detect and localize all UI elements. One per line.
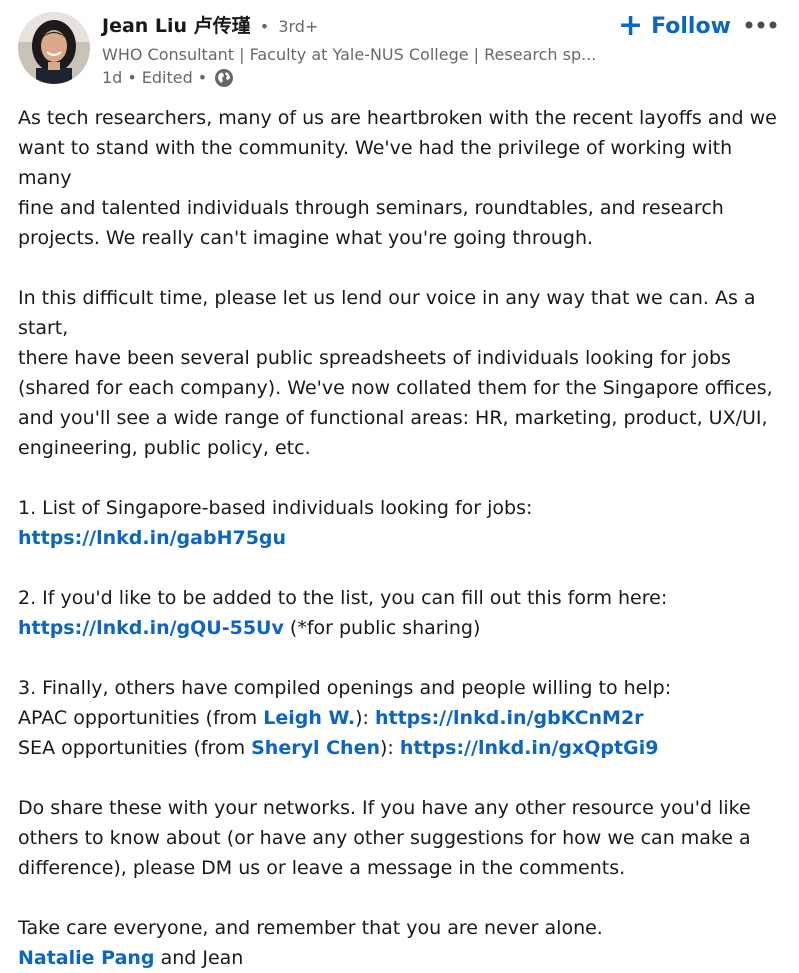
degree-separator: •: [259, 17, 270, 36]
post-body: As tech researchers, many of us are hear…: [18, 103, 788, 973]
paragraph-line: (shared for each company). We've now col…: [18, 377, 773, 399]
list-item-2: https://lnkd.in/gQU-55Uv (*for public sh…: [18, 613, 788, 643]
list-item-3-intro: 3. Finally, others have compiled opening…: [18, 677, 672, 699]
edited-label: Edited: [141, 68, 193, 87]
paragraph-line: Do share these with your networks. If yo…: [18, 797, 751, 819]
author-name-row: Jean Liu 卢传瑾 • 3rd+: [102, 12, 318, 41]
sea-prefix: SEA opportunities (from: [18, 737, 252, 759]
signature-line: Natalie Pang and Jean: [18, 943, 788, 973]
jobs-list-link[interactable]: https://lnkd.in/gabH75gu: [18, 527, 286, 549]
globe-icon: [214, 68, 234, 88]
paragraph-line: difference), please DM us or leave a mes…: [18, 857, 626, 879]
author-avatar[interactable]: [18, 12, 90, 84]
apac-link[interactable]: https://lnkd.in/gbKCnM2r: [375, 707, 644, 729]
more-dots-icon: [745, 21, 777, 29]
closing-line: Take care everyone, and remember that yo…: [18, 917, 603, 939]
paragraph-line: engineering, public policy, etc.: [18, 437, 311, 459]
more-options-button[interactable]: [741, 10, 781, 40]
list-item-text: 1. List of Singapore-based individuals l…: [18, 497, 533, 519]
mention-leigh[interactable]: Leigh W.: [263, 707, 355, 729]
mention-natalie[interactable]: Natalie Pang: [18, 947, 155, 969]
meta-separator: •: [127, 68, 137, 87]
list-item-suffix: (*for public sharing): [283, 617, 481, 639]
follow-label: Follow: [651, 13, 731, 39]
sea-line: SEA opportunities (from Sheryl Chen): ht…: [18, 733, 788, 763]
form-link[interactable]: https://lnkd.in/gQU-55Uv: [18, 617, 284, 639]
post-time: 1d: [102, 68, 123, 87]
paragraph-line: As tech researchers, many of us are hear…: [18, 107, 777, 129]
paragraph-line: and you'll see a wide range of functiona…: [18, 407, 768, 429]
list-item-1: 1. List of Singapore-based individuals l…: [18, 493, 788, 553]
sea-link[interactable]: https://lnkd.in/gxQptGi9: [400, 737, 659, 759]
follow-button[interactable]: + Follow: [618, 8, 731, 44]
author-name[interactable]: Jean Liu 卢传瑾: [102, 15, 251, 37]
paragraph-line: want to stand with the community. We've …: [18, 137, 733, 189]
meta-separator: •: [197, 68, 208, 87]
paragraph-line: there have been several public spreadshe…: [18, 347, 731, 369]
plus-icon: +: [618, 8, 644, 43]
apac-prefix: APAC opportunities (from: [18, 707, 264, 729]
post-meta: 1d • Edited •: [102, 66, 234, 90]
paragraph-line: projects. We really can't imagine what y…: [18, 227, 594, 249]
sea-mid: ):: [380, 737, 400, 759]
apac-line: APAC opportunities (from Leigh W.): http…: [18, 703, 788, 733]
mention-sheryl[interactable]: Sheryl Chen: [251, 737, 380, 759]
connection-degree: 3rd+: [278, 17, 319, 36]
author-headline[interactable]: WHO Consultant | Faculty at Yale-NUS Col…: [102, 43, 596, 67]
apac-mid: ):: [355, 707, 375, 729]
paragraph-line: others to know about (or have any other …: [18, 827, 751, 849]
paragraph-line: fine and talented individuals through se…: [18, 197, 724, 219]
signature-suffix: and Jean: [154, 947, 244, 969]
paragraph-line: In this difficult time, please let us le…: [18, 287, 756, 339]
post-header: Jean Liu 卢传瑾 • 3rd+ WHO Consultant | Fac…: [0, 0, 799, 100]
list-item-2-text: 2. If you'd like to be added to the list…: [18, 587, 668, 609]
